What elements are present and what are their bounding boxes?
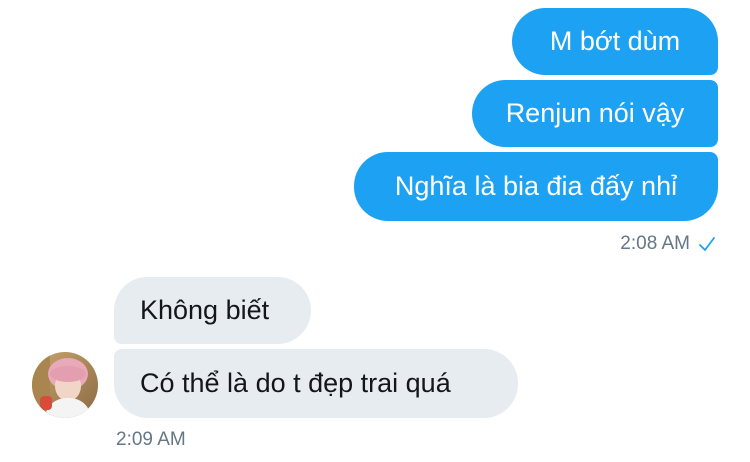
- sent-message[interactable]: M bớt dùm: [512, 8, 718, 75]
- timestamp-text: 2:08 AM: [620, 233, 690, 254]
- message-text: Nghĩa là bia đia đấy nhỉ: [394, 171, 678, 201]
- message-text: Có thể là do t đẹp trai quá: [140, 368, 451, 398]
- received-message[interactable]: Có thể là do t đẹp trai quá: [114, 349, 518, 418]
- message-text: Renjun nói vậy: [505, 98, 685, 128]
- received-timestamp: 2:09 AM: [116, 429, 186, 450]
- received-message[interactable]: Không biết: [114, 277, 311, 344]
- check-icon: [699, 237, 715, 251]
- sent-timestamp: 2:08 AM: [620, 233, 716, 255]
- avatar-image: [32, 352, 98, 418]
- sent-message[interactable]: Renjun nói vậy: [472, 80, 718, 147]
- message-text: M bớt dùm: [549, 26, 681, 56]
- avatar[interactable]: [32, 352, 98, 418]
- sent-message[interactable]: Nghĩa là bia đia đấy nhỉ: [354, 152, 718, 221]
- message-text: Không biết: [140, 295, 270, 325]
